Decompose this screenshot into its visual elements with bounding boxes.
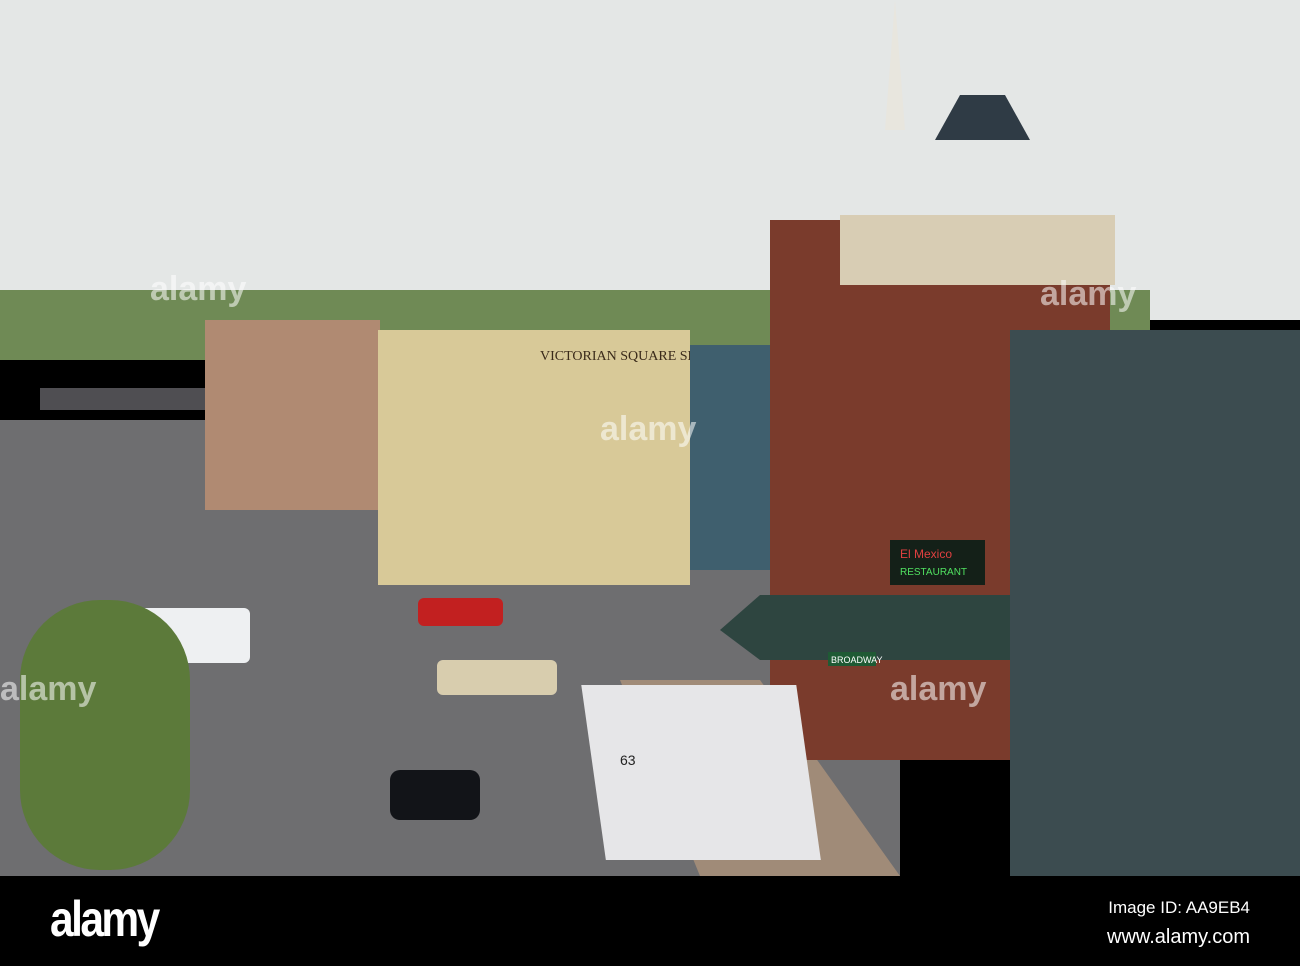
watermark: alamy	[1040, 275, 1137, 313]
awning	[720, 595, 1010, 660]
watermark: alamy	[150, 270, 247, 308]
car-beige	[437, 660, 557, 695]
watermark: alamy	[600, 410, 697, 448]
restaurant-label: RESTAURANT	[900, 567, 967, 578]
alamy-logo[interactable]: alamy	[50, 890, 160, 948]
stock-photo-page: VICTORIAN SQUARE SHOPPE El Mexico RESTAU…	[0, 0, 1300, 966]
tree-left	[20, 600, 190, 870]
watermark: alamy	[0, 670, 97, 708]
bus-number: 63	[620, 752, 636, 768]
site-url[interactable]: www.alamy.com	[1107, 926, 1250, 949]
car-black	[390, 770, 480, 820]
restaurant-name: El Mexico	[900, 547, 952, 561]
footer-bar: alamy Image ID: AA9EB4 www.alamy.com	[0, 876, 1300, 966]
street-sign-text: BROADWAY	[831, 655, 883, 665]
victorian-building	[378, 330, 690, 585]
image-id: Image ID: AA9EB4	[1108, 898, 1250, 917]
car-red	[418, 598, 503, 626]
bus	[581, 685, 821, 860]
watermark: alamy	[890, 670, 987, 708]
skywalk	[40, 388, 210, 410]
glass-building	[1010, 330, 1300, 876]
storefront-row	[205, 320, 380, 510]
